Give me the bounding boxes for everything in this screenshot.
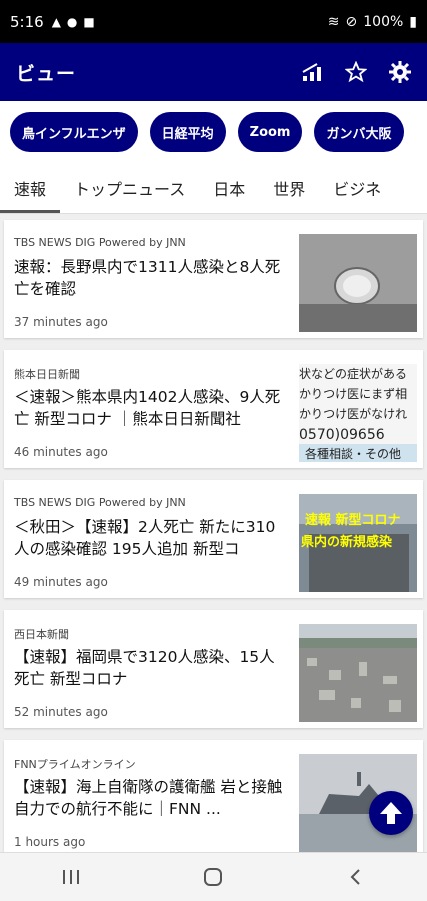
chart-icon[interactable]	[299, 59, 325, 85]
battery-icon: ▮	[409, 13, 417, 30]
thumb-text: 各種相談・その他	[305, 446, 401, 461]
chip-gamba[interactable]: ガンバ大阪	[314, 112, 404, 152]
news-feed: TBS NEWS DIG Powered by JNN 速報：長野県内で1311…	[0, 214, 427, 852]
scroll-to-top-button[interactable]	[369, 791, 413, 835]
card-time: 49 minutes ago	[14, 575, 108, 589]
status-bar: 5:16 ▲ ● ■ ≋ ⊘ 100% ▮	[0, 0, 427, 43]
home-icon[interactable]	[193, 862, 233, 892]
card-source: FNNプライムオンライン	[14, 758, 136, 771]
thumb-text: 0570)09656	[299, 427, 385, 443]
card-headline: ＜速報＞熊本県内1402人感染、9人死亡 新型コロナ ｜熊本日日新聞社	[14, 388, 281, 428]
card-headline: ＜秋田＞【速報】2人死亡 新たに310人の感染確認 195人追加 新型コ	[14, 518, 276, 558]
tab-japan[interactable]: 日本	[199, 163, 259, 213]
card-time: 37 minutes ago	[14, 315, 108, 329]
card-thumbnail: 状などの症状がある かりつけ医にまず相 かりつけ医がなけれ 0570)09656…	[299, 364, 417, 462]
news-card[interactable]: TBS NEWS DIG Powered by JNN 速報：長野県内で1311…	[4, 220, 423, 338]
tab-business[interactable]: ビジネ	[319, 163, 395, 213]
thumb-text: 速報 新型コロナ	[305, 512, 401, 528]
thumb-text: かりつけ医にまず相	[299, 387, 407, 401]
card-source: 西日本新聞	[14, 628, 69, 641]
card-time: 52 minutes ago	[14, 705, 108, 719]
status-time: 5:16	[10, 12, 44, 31]
card-headline: 速報：長野県内で1311人感染と8人死亡を確認	[14, 258, 281, 298]
system-nav-bar	[0, 852, 427, 901]
thumb-text: 状などの症状がある	[299, 366, 407, 381]
category-tabs: 速報 トップニュース 日本 世界 ビジネ	[0, 163, 427, 214]
topic-chips: 鳥インフルエンザ 日経平均 Zoom ガンバ大阪	[0, 101, 427, 163]
card-source: 熊本日日新聞	[14, 368, 80, 381]
card-thumbnail	[299, 234, 417, 332]
card-headline: 【速報】福岡県で3120人感染、15人死亡 新型コロナ	[14, 648, 275, 688]
wifi-icon: ≋	[327, 13, 340, 30]
tab-top-news[interactable]: トップニュース	[60, 163, 199, 213]
notification-icon: ▲	[51, 14, 61, 29]
news-card[interactable]: 熊本日日新聞 ＜速報＞熊本県内1402人感染、9人死亡 新型コロナ ｜熊本日日新…	[4, 350, 423, 468]
settings-gear-icon[interactable]	[387, 59, 413, 85]
app-title: ビュー	[16, 62, 77, 85]
app-bar: ビュー	[0, 43, 427, 101]
star-icon[interactable]	[343, 59, 369, 85]
chip-bird-flu[interactable]: 鳥インフルエンザ	[10, 112, 138, 152]
download-icon: ■	[83, 14, 95, 29]
account-icon: ●	[66, 14, 78, 29]
recent-apps-icon[interactable]	[51, 862, 91, 892]
news-card[interactable]: 西日本新聞 【速報】福岡県で3120人感染、15人死亡 新型コロナ 52 min…	[4, 610, 423, 728]
chip-nikkei[interactable]: 日経平均	[149, 112, 226, 152]
card-thumbnail	[299, 624, 417, 722]
news-card[interactable]: FNNプライムオンライン 【速報】海上自衛隊の護衛艦 岩と接触 自力での航行不能…	[4, 740, 423, 852]
card-time: 1 hours ago	[14, 835, 86, 849]
arrow-up-icon	[380, 802, 402, 824]
chip-zoom[interactable]: Zoom	[237, 112, 303, 152]
card-thumbnail: 速報 新型コロナ 県内の新規感染	[299, 494, 417, 592]
card-source: TBS NEWS DIG Powered by JNN	[14, 236, 186, 249]
dnd-icon: ⊘	[345, 13, 358, 30]
battery-percent: 100%	[363, 13, 404, 30]
card-time: 46 minutes ago	[14, 445, 108, 459]
thumb-text: かりつけ医がなけれ	[299, 406, 407, 421]
card-source: TBS NEWS DIG Powered by JNN	[14, 496, 186, 509]
thumb-text: 県内の新規感染	[301, 534, 393, 550]
card-headline: 【速報】海上自衛隊の護衛艦 岩と接触 自力での航行不能に｜FNN ...	[14, 778, 283, 818]
tab-world[interactable]: 世界	[259, 163, 319, 213]
news-card[interactable]: TBS NEWS DIG Powered by JNN ＜秋田＞【速報】2人死亡…	[4, 480, 423, 598]
back-icon[interactable]	[336, 862, 376, 892]
tab-breaking[interactable]: 速報	[0, 163, 61, 213]
